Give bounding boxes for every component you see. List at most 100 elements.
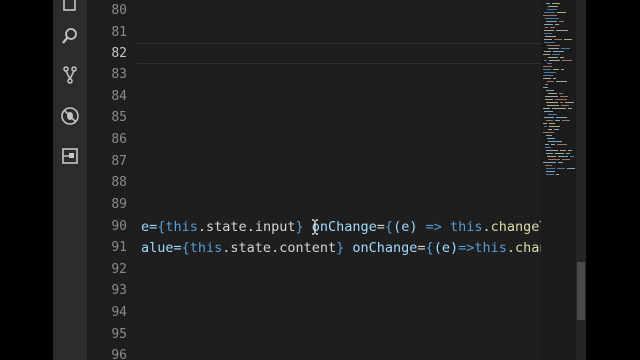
line-number: 83 <box>111 67 127 82</box>
line-number: 96 <box>111 348 127 360</box>
minimap-line <box>561 105 569 106</box>
minimap-line <box>559 21 564 22</box>
minimap-line <box>559 93 563 94</box>
minimap-line <box>557 12 566 13</box>
line-number: 88 <box>111 175 127 190</box>
code-token: } <box>295 219 304 235</box>
minimap-line <box>544 24 553 25</box>
line-number: 91 <box>111 240 127 255</box>
text-cursor-icon <box>312 219 318 235</box>
current-line-highlight <box>137 43 541 64</box>
minimap-line <box>546 102 558 103</box>
minimap-line <box>560 102 563 103</box>
code-token: .state.content <box>222 240 337 256</box>
code-token: onChange <box>352 240 418 256</box>
line-number: 80 <box>111 3 127 18</box>
minimap-line <box>554 129 559 130</box>
vertical-scrollbar[interactable] <box>576 0 586 360</box>
minimap-line <box>543 54 550 55</box>
line-number: 93 <box>111 283 127 298</box>
minimap-line <box>544 39 552 40</box>
minimap-line <box>550 27 555 28</box>
screen: 80 81 82 83 84 85 86 87 88 89 90 91 92 9… <box>0 0 640 360</box>
minimap-line <box>555 24 559 25</box>
minimap-line <box>552 3 560 4</box>
minimap-line <box>545 165 552 166</box>
code-line-91[interactable]: alue={this.state.content} onChange={(e)=… <box>141 240 541 256</box>
code-editor[interactable]: e={this.state.input} onChange={(e) => th… <box>137 0 541 360</box>
minimap[interactable] <box>541 0 581 360</box>
minimap-line <box>568 108 572 109</box>
minimap-line <box>562 120 570 121</box>
minimap-line <box>548 93 557 94</box>
minimap-line <box>556 117 567 118</box>
minimap-line <box>567 168 575 169</box>
line-number: 95 <box>111 327 127 342</box>
minimap-line <box>543 162 556 163</box>
line-number: 94 <box>111 305 127 320</box>
minimap-line <box>561 48 570 49</box>
minimap-line <box>548 48 559 49</box>
minimap-line <box>565 102 574 103</box>
minimap-line <box>544 51 551 52</box>
minimap-line <box>557 144 567 145</box>
source-control-icon[interactable] <box>60 65 80 85</box>
minimap-line <box>546 150 558 151</box>
line-number: 92 <box>111 262 127 277</box>
code-token: onChange <box>311 219 377 235</box>
minimap-line <box>543 69 551 70</box>
code-token: = <box>376 219 385 235</box>
code-token: this <box>449 219 483 235</box>
line-number: 81 <box>111 25 127 40</box>
minimap-line <box>549 123 555 124</box>
code-token: this <box>474 240 507 256</box>
debug-icon[interactable] <box>60 106 80 126</box>
minimap-line <box>546 90 554 91</box>
minimap-line <box>556 81 567 82</box>
minimap-line <box>545 18 559 19</box>
code-token: => <box>458 240 475 256</box>
code-token: { <box>181 240 190 256</box>
minimap-line <box>562 159 570 160</box>
minimap-line <box>543 132 554 133</box>
minimap-line <box>548 6 558 7</box>
minimap-line <box>548 114 557 115</box>
code-token: (e) <box>393 219 426 235</box>
minimap-line <box>545 96 558 97</box>
explorer-icon[interactable] <box>60 0 80 14</box>
minimap-line <box>544 117 554 118</box>
minimap-line <box>544 72 556 73</box>
minimap-line <box>558 162 563 163</box>
search-icon[interactable] <box>60 26 80 46</box>
line-number: 87 <box>111 154 127 169</box>
minimap-line <box>543 87 548 88</box>
code-line-90[interactable]: e={this.state.input} onChange={(e) => th… <box>141 219 541 235</box>
minimap-line <box>545 144 549 145</box>
activity-bar <box>53 0 87 360</box>
code-token: alue= <box>141 240 182 256</box>
minimap-line <box>564 39 572 40</box>
code-token: (e) <box>433 240 459 256</box>
minimap-line <box>560 57 564 58</box>
scrollbar-thumb[interactable] <box>577 262 585 320</box>
minimap-line <box>562 60 572 61</box>
minimap-line <box>553 51 564 52</box>
minimap-line <box>546 153 553 154</box>
extensions-icon[interactable] <box>60 146 80 166</box>
minimap-line <box>545 36 556 37</box>
minimap-line <box>543 108 550 109</box>
minimap-line <box>568 150 572 151</box>
minimap-line <box>547 63 552 64</box>
code-token: } <box>336 240 345 256</box>
line-number: 85 <box>111 110 127 125</box>
minimap-line <box>549 60 560 61</box>
code-token: { <box>384 219 394 235</box>
minimap-line <box>545 84 548 85</box>
minimap-line <box>549 126 560 127</box>
minimap-line <box>546 174 554 175</box>
minimap-line <box>543 66 552 67</box>
minimap-line <box>544 12 555 13</box>
code-token: { <box>425 240 434 256</box>
